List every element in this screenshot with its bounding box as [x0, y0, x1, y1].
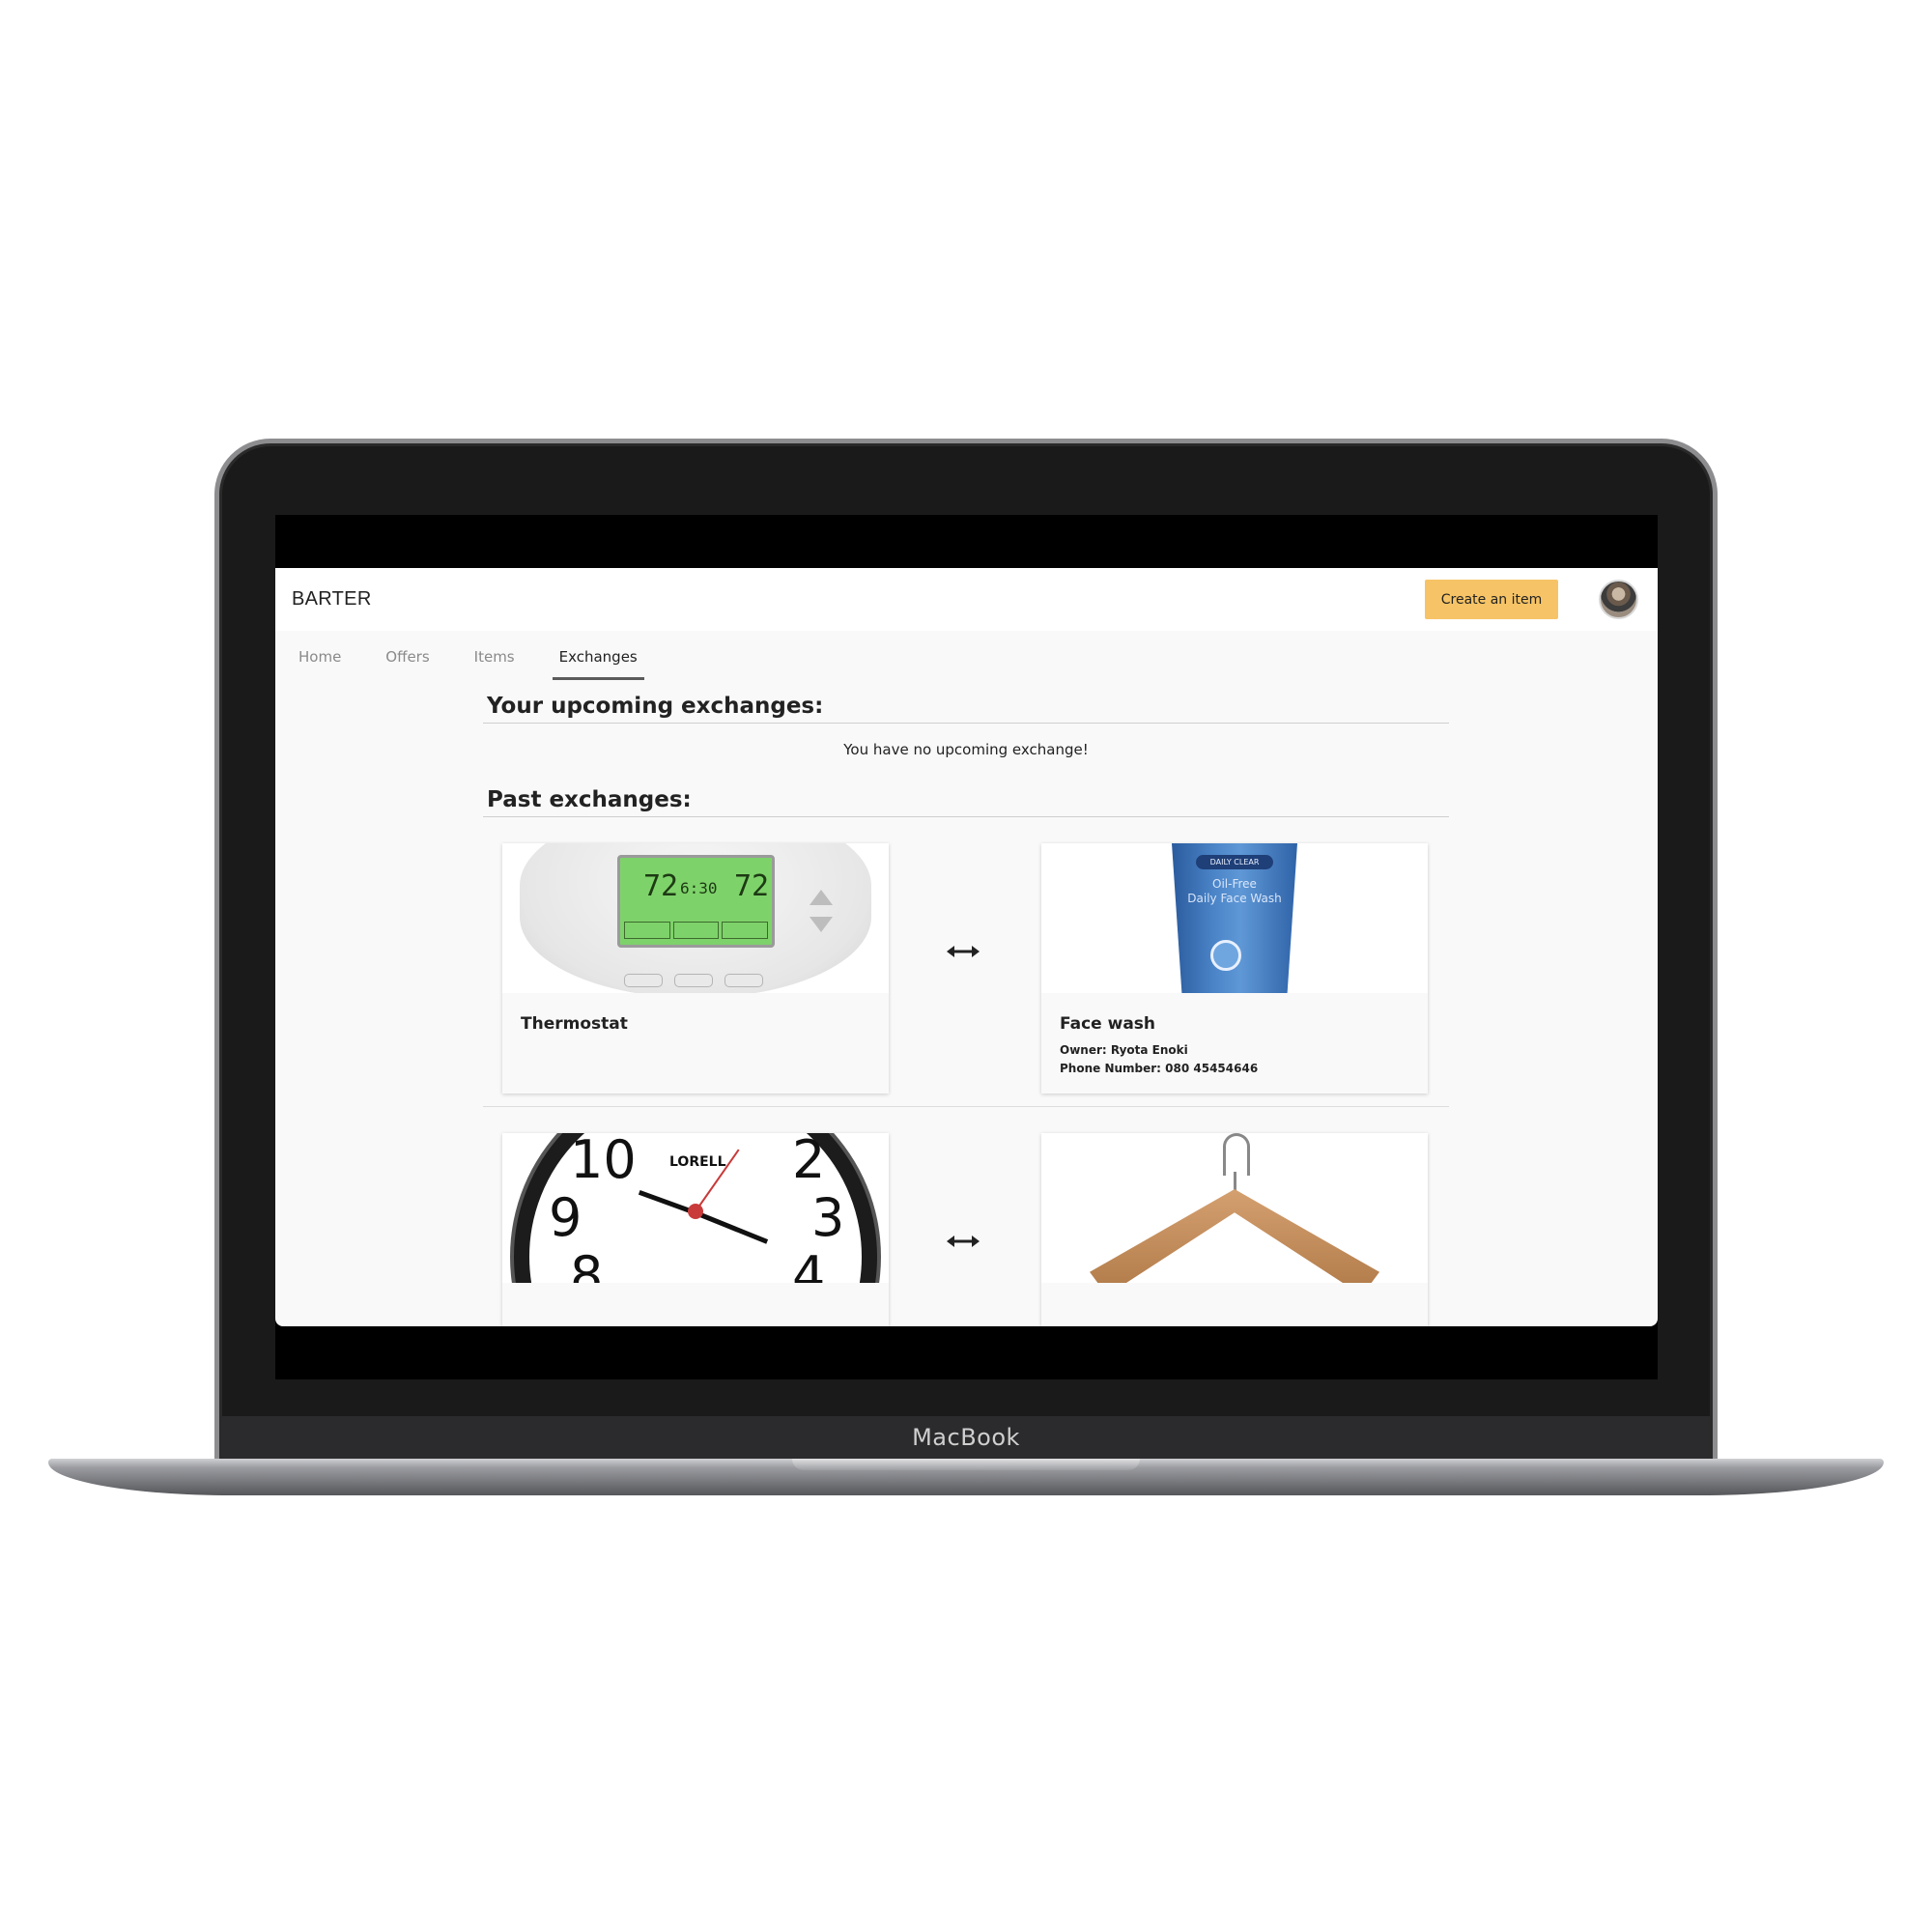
tab-items[interactable]: Items [474, 631, 515, 684]
exchanges-content: Your upcoming exchanges: You have no upc… [483, 684, 1449, 1326]
arrow-down-icon [810, 917, 833, 932]
clock-numeral: 2 [792, 1133, 826, 1190]
lcd-time: 6:30 [680, 879, 718, 897]
laptop-screen: BARTER Create an item Home Offers Items … [275, 515, 1658, 1379]
hanger-image [1041, 1133, 1428, 1283]
clock-face: 10 9 8 2 3 4 LORELL [514, 1133, 877, 1283]
item-title: Face wash [1060, 1014, 1156, 1034]
item-title: Thermostat [521, 1014, 628, 1034]
hanger-hook [1223, 1133, 1250, 1176]
thermostat-lcd: 72 6:30 72 [617, 855, 775, 948]
tab-home[interactable]: Home [298, 631, 341, 684]
lcd-temp-right: 72 [734, 869, 770, 903]
exchange-item-card-mine[interactable]: 72 6:30 72 Thermostat [502, 843, 889, 1094]
thermostat-image: 72 6:30 72 [502, 843, 889, 993]
exchange-item-card-theirs[interactable]: DAILY CLEAR Oil-Free Daily Face Wash Fac… [1041, 843, 1428, 1094]
laptop-notch [792, 1459, 1140, 1470]
drop-icon [1210, 940, 1241, 971]
tab-offers[interactable]: Offers [385, 631, 429, 684]
clock-brand: LORELL [669, 1154, 726, 1170]
thermostat-button [674, 974, 713, 987]
swap-arrow-icon [947, 946, 980, 957]
clock-minute-hand [695, 1210, 769, 1244]
exchange-item-card-theirs[interactable] [1041, 1133, 1428, 1326]
face-wash-image: DAILY CLEAR Oil-Free Daily Face Wash [1041, 843, 1428, 993]
app-logo[interactable]: BARTER [292, 588, 372, 611]
clock-image: 10 9 8 2 3 4 LORELL [502, 1133, 889, 1283]
thermostat-button [624, 974, 663, 987]
item-phone: Phone Number: 080 45454646 [1060, 1062, 1259, 1075]
upcoming-title: Your upcoming exchanges: [483, 684, 1449, 724]
tube-line: Oil-Free [1212, 877, 1257, 891]
hanger-stem [1234, 1172, 1236, 1191]
clock-numeral: 3 [811, 1187, 845, 1248]
card-body [502, 1283, 889, 1304]
clock-numeral: 9 [549, 1187, 582, 1248]
exchange-row: 72 6:30 72 Thermostat DAILY CLEAR Oil-Fr… [483, 817, 1449, 1107]
hanger-body [1090, 1189, 1379, 1283]
device-brand: MacBook [912, 1424, 1020, 1451]
top-bar: BARTER Create an item [275, 568, 1658, 631]
face-wash-tube: DAILY CLEAR Oil-Free Daily Face Wash [1172, 843, 1297, 993]
lcd-temp-left: 72 [643, 869, 679, 903]
avatar[interactable] [1599, 580, 1638, 619]
lcd-button-row [624, 922, 769, 939]
clock-numeral: 10 [570, 1133, 637, 1190]
thermostat-button [724, 974, 763, 987]
swap-arrow-icon [947, 1236, 980, 1247]
exchange-item-card-mine[interactable]: 10 9 8 2 3 4 LORELL [502, 1133, 889, 1326]
exchange-row: 10 9 8 2 3 4 LORELL [483, 1107, 1449, 1326]
tube-text: Oil-Free Daily Face Wash [1172, 877, 1297, 906]
create-item-button[interactable]: Create an item [1425, 580, 1558, 619]
clock-numeral: 4 [792, 1245, 826, 1283]
app-window: BARTER Create an item Home Offers Items … [275, 568, 1658, 1326]
nav-tabs: Home Offers Items Exchanges [275, 631, 1658, 684]
arrow-up-icon [810, 890, 833, 905]
past-title: Past exchanges: [483, 778, 1449, 817]
card-body [1041, 1283, 1428, 1304]
clock-hub [688, 1204, 703, 1219]
item-owner: Owner: Ryota Enoki [1060, 1043, 1188, 1057]
tab-exchanges[interactable]: Exchanges [552, 631, 644, 684]
tube-tag: DAILY CLEAR [1196, 855, 1273, 869]
upcoming-empty-message: You have no upcoming exchange! [843, 741, 1089, 758]
tube-line: Daily Face Wash [1187, 892, 1282, 905]
clock-numeral: 8 [570, 1245, 604, 1283]
card-body: Thermostat [502, 993, 889, 1034]
card-body: Face wash Owner: Ryota Enoki Phone Numbe… [1041, 993, 1428, 1078]
